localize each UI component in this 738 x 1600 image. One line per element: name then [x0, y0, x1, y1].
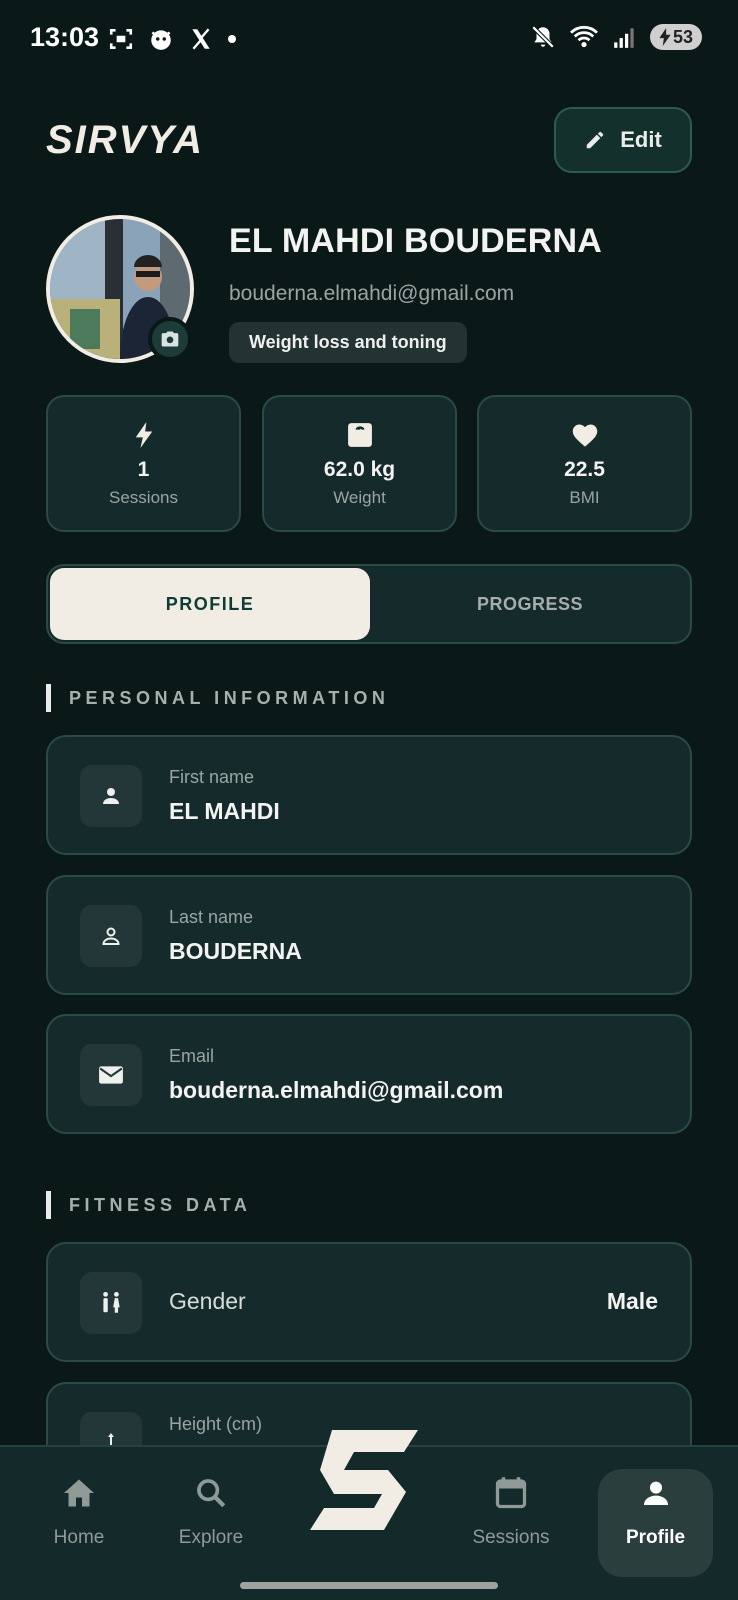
calendar-icon	[493, 1471, 529, 1515]
signal-icon	[614, 28, 634, 48]
person-icon	[80, 765, 142, 827]
heart-icon	[571, 420, 599, 450]
stat-value: 22.5	[564, 457, 605, 481]
change-photo-button[interactable]	[148, 317, 192, 361]
nav-sessions[interactable]: Sessions	[456, 1471, 566, 1571]
goal-badge: Weight loss and toning	[229, 322, 467, 363]
center-logo-button[interactable]	[300, 1420, 430, 1540]
user-email: bouderna.elmahdi@gmail.com	[229, 282, 515, 305]
nav-label: Explore	[178, 1527, 244, 1548]
status-time: 13:03	[30, 22, 100, 52]
more-notifications-dot	[228, 35, 236, 43]
field-value: bouderna.elmahdi@gmail.com	[169, 1077, 504, 1103]
sirvya-logo-icon	[310, 1430, 418, 1530]
email-card[interactable]: Email bouderna.elmahdi@gmail.com	[46, 1014, 692, 1134]
section-accent-bar	[46, 684, 51, 712]
section-accent-bar	[46, 1191, 51, 1219]
wifi-icon	[570, 25, 598, 48]
stat-card-weight: 62.0 kg Weight	[262, 395, 457, 532]
edit-profile-button[interactable]: Edit	[554, 107, 692, 173]
fitness-data-header: FITNESS DATA	[46, 1191, 251, 1219]
profile-icon	[640, 1471, 672, 1515]
stat-label: BMI	[569, 487, 600, 507]
nav-profile[interactable]: Profile	[598, 1469, 713, 1577]
user-name: EL MAHDI BOUDERNA	[229, 222, 603, 260]
notification-icons	[108, 26, 236, 52]
personal-information-header: PERSONAL INFORMATION	[46, 684, 389, 712]
nav-explore[interactable]: Explore	[156, 1471, 266, 1571]
nav-label: Profile	[625, 1527, 686, 1548]
tab-progress[interactable]: PROGRESS	[370, 568, 690, 640]
mail-icon	[80, 1044, 142, 1106]
section-title: FITNESS DATA	[69, 1194, 252, 1215]
nav-home[interactable]: Home	[24, 1471, 134, 1571]
field-value: Male	[606, 1288, 658, 1314]
edit-label: Edit	[620, 127, 662, 152]
section-title: PERSONAL INFORMATION	[69, 687, 390, 708]
nav-label: Sessions	[472, 1527, 550, 1548]
stat-card-sessions: 1 Sessions	[46, 395, 241, 532]
field-label: First name	[169, 767, 255, 787]
mute-icon	[531, 25, 555, 49]
home-indicator[interactable]	[240, 1582, 498, 1589]
camera-icon	[161, 331, 179, 347]
stat-value: 1	[137, 457, 150, 481]
app-notification-icon	[151, 30, 171, 50]
nav-label: Home	[53, 1527, 105, 1548]
field-label: Last name	[169, 907, 254, 927]
tab-profile[interactable]: PROFILE	[50, 568, 370, 640]
stat-label: Weight	[333, 487, 386, 507]
pencil-icon	[586, 131, 604, 149]
stat-card-bmi: 22.5 BMI	[477, 395, 692, 532]
system-icons: 53	[530, 24, 702, 50]
x-app-icon	[192, 28, 210, 50]
screenshot-icon	[109, 29, 133, 49]
field-label: Email	[169, 1046, 215, 1066]
home-icon	[61, 1471, 97, 1515]
stat-label: Sessions	[109, 487, 178, 507]
gender-icon	[80, 1272, 142, 1334]
search-icon	[194, 1471, 228, 1515]
battery-indicator: 53	[650, 24, 702, 50]
battery-level: 53	[672, 26, 694, 47]
charging-icon	[659, 28, 671, 46]
field-label: Height (cm)	[169, 1414, 263, 1434]
field-value: EL MAHDI	[169, 798, 280, 824]
status-bar: 13:03 53	[0, 0, 738, 78]
stat-value: 62.0 kg	[323, 457, 396, 481]
first-name-card[interactable]: First name EL MAHDI	[46, 735, 692, 855]
person-outline-icon	[80, 905, 142, 967]
app-logo-text: SIRVYA	[46, 117, 204, 162]
profile-tabs: PROFILE PROGRESS	[46, 564, 692, 644]
field-label: Gender	[169, 1288, 246, 1314]
field-value: BOUDERNA	[169, 938, 302, 964]
app-logo: SIRVYA	[46, 117, 204, 162]
scale-icon	[347, 420, 373, 450]
last-name-card[interactable]: Last name BOUDERNA	[46, 875, 692, 995]
gender-card[interactable]: Gender Male	[46, 1242, 692, 1362]
lightning-icon	[135, 420, 153, 450]
